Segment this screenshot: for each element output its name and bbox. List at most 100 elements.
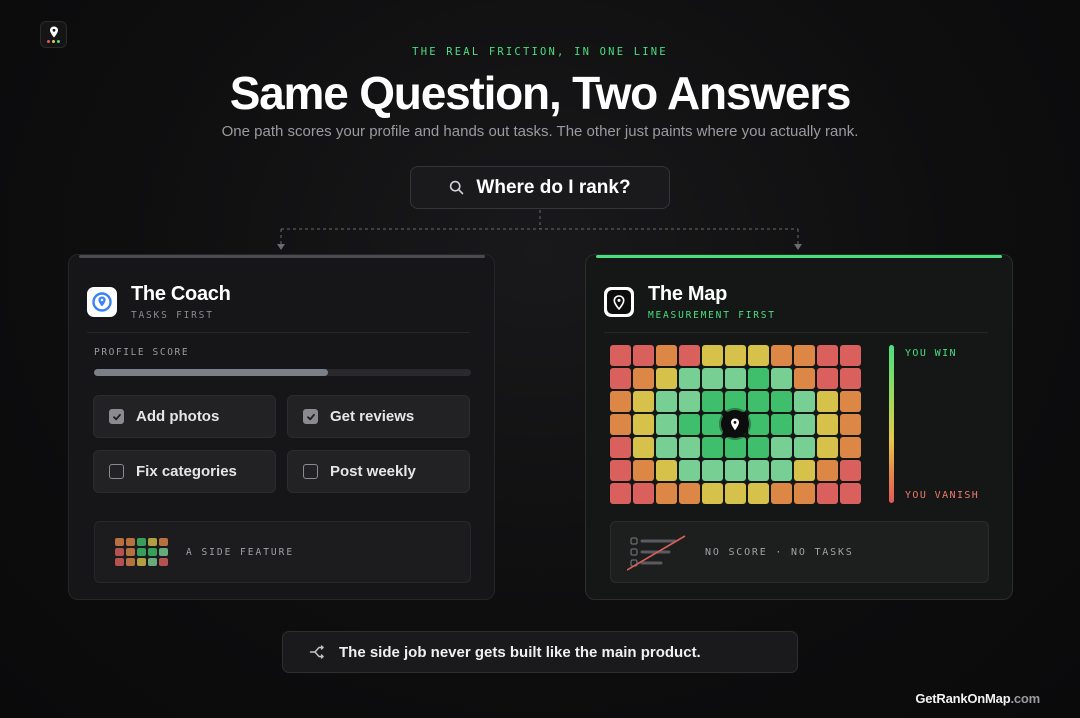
map-app-icon xyxy=(604,287,634,317)
heatmap-cell xyxy=(771,483,792,504)
side-feature-panel: A SIDE FEATURE xyxy=(94,521,471,583)
map-card: The Map MEASUREMENT FIRST YOU WIN YOU VA… xyxy=(585,254,1013,600)
heatmap-cell xyxy=(656,345,677,366)
heatmap-cell xyxy=(794,437,815,458)
heatmap-cell xyxy=(748,483,769,504)
task-add-photos[interactable]: Add photos xyxy=(93,395,276,438)
branch-icon xyxy=(309,645,324,659)
heatmap-cell xyxy=(817,368,838,389)
mini-heatmap-cell xyxy=(126,538,135,546)
heatmap-cell xyxy=(656,483,677,504)
heatmap-cell xyxy=(633,437,654,458)
divider xyxy=(604,332,988,333)
heatmap-cell xyxy=(656,437,677,458)
heatmap-cell xyxy=(679,483,700,504)
heatmap-cell xyxy=(771,414,792,435)
coach-card: The Coach TASKS FIRST PROFILE SCORE Add … xyxy=(68,254,495,600)
heatmap-cell xyxy=(725,483,746,504)
heatmap-cell xyxy=(794,368,815,389)
coach-topbar xyxy=(79,255,485,258)
mini-heatmap-cell xyxy=(148,548,157,556)
heatmap-cell xyxy=(771,460,792,481)
heatmap-cell xyxy=(656,368,677,389)
mini-heatmap-cell xyxy=(137,558,146,566)
heatmap-cell xyxy=(702,414,723,435)
checkbox[interactable] xyxy=(303,464,318,479)
task-label: Fix categories xyxy=(136,463,237,480)
heatmap-cell xyxy=(633,414,654,435)
task-post-weekly[interactable]: Post weekly xyxy=(287,450,470,493)
heatmap-cell xyxy=(610,437,631,458)
brand-wordmark[interactable]: GetRankOnMap.com xyxy=(915,691,1040,706)
legend-bottom-label: YOU VANISH xyxy=(905,490,980,501)
heatmap-cell xyxy=(702,437,723,458)
mini-heatmap-cell xyxy=(126,548,135,556)
heatmap-cell xyxy=(679,414,700,435)
heatmap-cell xyxy=(679,345,700,366)
heatmap-cell xyxy=(817,437,838,458)
no-score-label: NO SCORE · NO TASKS xyxy=(705,546,854,558)
heatmap-cell xyxy=(817,483,838,504)
heatmap-cell xyxy=(748,345,769,366)
heatmap-cell xyxy=(633,460,654,481)
heatmap-cell xyxy=(794,460,815,481)
heatmap-cell xyxy=(794,414,815,435)
rank-legend-bar xyxy=(889,345,894,503)
heatmap-cell xyxy=(656,414,677,435)
task-label: Post weekly xyxy=(330,463,416,480)
brand-main: GetRankOnMap xyxy=(915,691,1011,706)
heatmap-cell xyxy=(817,414,838,435)
mini-heatmap-cell xyxy=(159,548,168,556)
mini-heatmap-cell xyxy=(126,558,135,566)
heatmap-cell xyxy=(656,391,677,412)
coach-subtitle: TASKS FIRST xyxy=(131,310,214,321)
heatmap-cell xyxy=(702,368,723,389)
task-fix-categories[interactable]: Fix categories xyxy=(93,450,276,493)
heatmap-cell xyxy=(702,391,723,412)
checkbox[interactable] xyxy=(109,409,124,424)
mini-heatmap-cell xyxy=(159,558,168,566)
task-label: Get reviews xyxy=(330,408,415,425)
mini-heatmap-cell xyxy=(148,558,157,566)
heatmap-cell xyxy=(817,345,838,366)
takeaway-bar: The side job never gets built like the m… xyxy=(282,631,798,673)
heatmap-cell xyxy=(817,391,838,412)
mini-heatmap-cell xyxy=(115,558,124,566)
business-pin xyxy=(721,410,749,438)
mini-heatmap-cell xyxy=(115,548,124,556)
mini-heatmap-cell xyxy=(148,538,157,546)
takeaway-text: The side job never gets built like the m… xyxy=(339,643,701,661)
heatmap-cell xyxy=(840,368,861,389)
heatmap-cell xyxy=(725,368,746,389)
brand-tld: .com xyxy=(1010,691,1040,706)
task-get-reviews[interactable]: Get reviews xyxy=(287,395,470,438)
heatmap-cell xyxy=(610,345,631,366)
heatmap-cell xyxy=(725,460,746,481)
heatmap-cell xyxy=(748,391,769,412)
heatmap-cell xyxy=(725,391,746,412)
heatmap-cell xyxy=(840,483,861,504)
heatmap-cell xyxy=(794,483,815,504)
side-feature-label: A SIDE FEATURE xyxy=(186,546,295,558)
heatmap-cell xyxy=(610,414,631,435)
crossed-checklist-icon xyxy=(627,535,686,571)
heatmap-cell xyxy=(702,460,723,481)
heatmap-cell xyxy=(794,391,815,412)
heatmap-cell xyxy=(840,437,861,458)
heatmap-cell xyxy=(840,460,861,481)
map-subtitle: MEASUREMENT FIRST xyxy=(648,310,776,321)
heatmap-cell xyxy=(679,437,700,458)
mini-heatmap-cell xyxy=(115,538,124,546)
checkbox[interactable] xyxy=(109,464,124,479)
heatmap-cell xyxy=(794,345,815,366)
checkbox[interactable] xyxy=(303,409,318,424)
heatmap-cell xyxy=(610,391,631,412)
heatmap-cell xyxy=(840,391,861,412)
location-pin-icon xyxy=(92,292,112,312)
mini-heatmap-cell xyxy=(159,538,168,546)
divider xyxy=(87,332,470,333)
heatmap-cell xyxy=(725,437,746,458)
heatmap-cell xyxy=(817,460,838,481)
heatmap-cell xyxy=(748,368,769,389)
heatmap-cell xyxy=(771,368,792,389)
